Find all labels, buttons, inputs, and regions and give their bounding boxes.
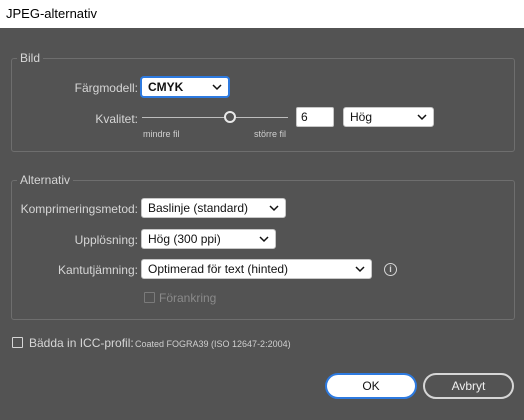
antialiasing-value: Optimerad för text (hinted) <box>148 262 289 276</box>
compression-dropdown[interactable]: Baslinje (standard) <box>141 198 286 218</box>
ok-button-label: OK <box>362 379 380 393</box>
icc-profile-name: Coated FOGRA39 (ISO 12647-2:2004) <box>135 339 291 349</box>
title-bar[interactable]: JPEG-alternativ <box>0 0 524 28</box>
chevron-down-icon <box>259 236 269 243</box>
chevron-down-icon <box>355 266 365 273</box>
embed-icc-checkbox[interactable] <box>12 337 23 348</box>
cancel-button-label: Avbryt <box>451 379 486 393</box>
antialiasing-dropdown[interactable]: Optimerad för text (hinted) <box>141 259 372 279</box>
quality-label: Kvalitet: <box>95 112 138 126</box>
quality-preset-dropdown[interactable]: Hög <box>343 107 434 127</box>
anchoring-checkbox[interactable] <box>144 292 155 303</box>
chevron-down-icon <box>417 114 427 121</box>
quality-preset-value: Hög <box>350 110 373 124</box>
quality-slider-track[interactable] <box>142 117 288 118</box>
quality-slider-thumb[interactable] <box>224 111 236 123</box>
color-model-label: Färgmodell: <box>74 81 138 95</box>
ok-button[interactable]: OK <box>325 373 417 399</box>
cancel-button[interactable]: Avbryt <box>423 373 514 399</box>
image-group-label: Bild <box>17 51 44 65</box>
info-icon[interactable]: i <box>384 263 397 276</box>
color-model-value: CMYK <box>148 80 184 94</box>
resolution-dropdown[interactable]: Hög (300 ppi) <box>141 229 276 249</box>
options-group-label: Alternativ <box>17 173 74 187</box>
chevron-down-icon <box>269 205 279 212</box>
quality-value: 6 <box>301 110 308 124</box>
quality-value-input[interactable]: 6 <box>296 107 334 127</box>
anchoring-label: Förankring <box>159 291 217 305</box>
chevron-down-icon <box>212 84 222 91</box>
resolution-label: Upplösning: <box>74 233 138 247</box>
compression-label: Komprimeringsmetod: <box>20 202 138 216</box>
jpeg-options-dialog: JPEG-alternativ Bild Färgmodell: CMYK Kv… <box>0 0 524 420</box>
embed-icc-label: Bädda in ICC-profil: <box>29 336 134 350</box>
quality-min-label: mindre fil <box>143 129 180 139</box>
resolution-value: Hög (300 ppi) <box>148 232 221 246</box>
compression-value: Baslinje (standard) <box>148 201 249 215</box>
antialiasing-label: Kantutjämning: <box>57 263 138 277</box>
color-model-dropdown[interactable]: CMYK <box>141 77 229 97</box>
quality-max-label: större fil <box>254 129 287 139</box>
window-title: JPEG-alternativ <box>6 6 98 21</box>
